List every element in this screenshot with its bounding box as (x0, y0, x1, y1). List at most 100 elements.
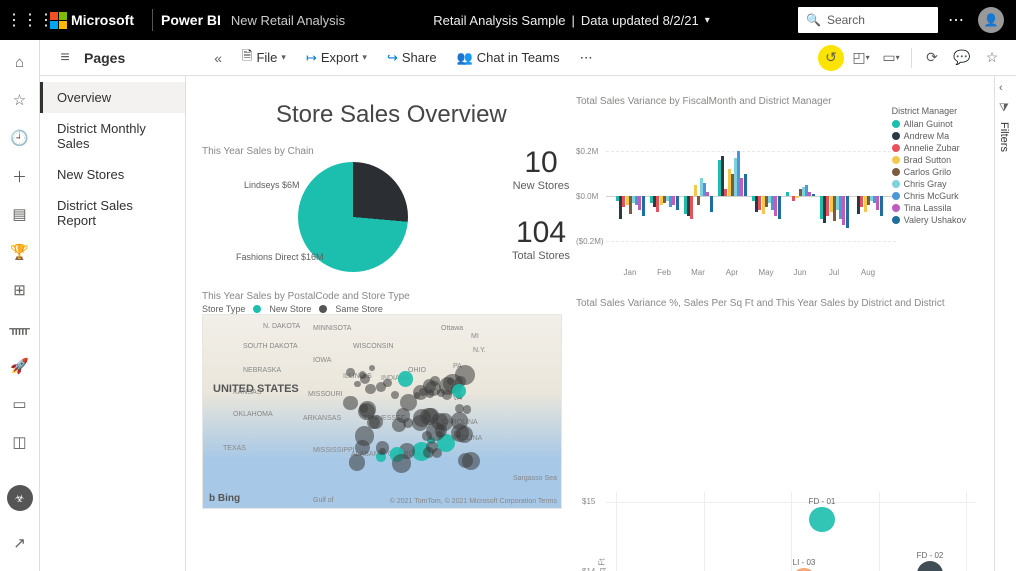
comment-button[interactable]: 💬 (948, 44, 976, 72)
refresh-button[interactable]: ⟳ (918, 44, 946, 72)
axis-tick-label: Feb (657, 268, 671, 277)
bar[interactable] (676, 196, 679, 210)
map-bubble[interactable] (349, 454, 366, 471)
district-manager-legend: District Manager Allan GuinotAndrew MaAn… (892, 106, 966, 227)
legend-item[interactable]: Chris Gray (892, 179, 966, 189)
shared-icon[interactable]: ᚅ (0, 314, 40, 342)
legend-item[interactable]: Carlos Grilo (892, 167, 966, 177)
map-bubble[interactable] (463, 405, 472, 414)
bubble[interactable] (809, 507, 834, 532)
app-launcher-icon[interactable]: ⋮⋮⋮ (6, 10, 46, 30)
export-menu[interactable]: ↦ Export ▾ (298, 46, 375, 70)
map-visual[interactable]: UNITED STATES b Bing © 2021 TomTom, © 20… (202, 314, 562, 509)
hazard-icon[interactable]: ☣ (7, 485, 33, 511)
bar-chart[interactable]: $0.2M$0.0M($0.2M)JanFebMarAprMayJunJulAu… (576, 111, 896, 281)
collapse-pages-icon[interactable]: « (214, 50, 230, 66)
favorite-icon[interactable]: ☆ (0, 86, 40, 114)
axis-tick-label: ($0.2M) (576, 237, 604, 246)
bar[interactable] (812, 194, 815, 196)
learn-icon[interactable]: 🚀 (0, 352, 40, 380)
filters-pane-collapsed[interactable]: ‹ ⧩ Filters (994, 76, 1016, 571)
page-tab-new-stores[interactable]: New Stores (40, 159, 185, 190)
bar[interactable] (880, 196, 883, 216)
file-menu[interactable]: 🗎 File ▾ (234, 43, 294, 73)
map-bubble[interactable] (365, 384, 375, 394)
page-tab-overview[interactable]: Overview (40, 82, 185, 113)
page-tab-district-sales[interactable]: District Sales Report (40, 190, 185, 236)
bar[interactable] (786, 192, 789, 197)
user-avatar[interactable]: 👤 (978, 7, 1004, 33)
legend-item[interactable]: Annelie Zubar (892, 143, 966, 153)
map-bubble[interactable] (413, 409, 431, 427)
bar[interactable] (690, 196, 693, 219)
open-external-icon[interactable]: ↗ (0, 529, 40, 557)
hamburger-icon[interactable]: ≡ (46, 49, 84, 67)
legend-item[interactable]: Brad Sutton (892, 155, 966, 165)
datasets-icon[interactable]: ▤ (0, 200, 40, 228)
map-bubble[interactable] (354, 381, 360, 387)
page-tab-district-monthly[interactable]: District Monthly Sales (40, 113, 185, 159)
bar[interactable] (796, 196, 799, 198)
breadcrumb[interactable]: Retail Analysis Sample | Data updated 8/… (345, 13, 798, 28)
goals-icon[interactable]: 🏆 (0, 238, 40, 266)
apps-icon[interactable]: ⊞ (0, 276, 40, 304)
bar[interactable] (642, 196, 645, 216)
map-bubble[interactable] (414, 392, 420, 398)
view-menu-button[interactable]: ▭▾ (877, 44, 905, 72)
map-bubble[interactable] (452, 384, 466, 398)
bar[interactable] (694, 185, 697, 196)
report-canvas[interactable]: Store Sales Overview This Year Sales by … (186, 76, 994, 571)
reset-view-button[interactable]: ↺ (817, 44, 845, 72)
recent-icon[interactable]: 🕘 (0, 124, 40, 152)
legend-item[interactable]: Tina Lassila (892, 203, 966, 213)
bar[interactable] (778, 196, 781, 219)
map-bubble[interactable] (432, 448, 442, 458)
bar[interactable] (846, 196, 849, 228)
chat-teams-button[interactable]: 👥 Chat in Teams (449, 46, 568, 70)
map-bubble[interactable] (346, 368, 354, 376)
map-bubble[interactable] (369, 365, 375, 371)
legend-item[interactable]: Allan Guinot (892, 119, 966, 129)
map-bubble[interactable] (392, 454, 410, 472)
legend-item-label: Andrew Ma (904, 131, 950, 141)
legend-item[interactable]: Andrew Ma (892, 131, 966, 141)
axis-tick-label: $0.0M (576, 192, 598, 201)
legend-dot-icon (892, 120, 900, 128)
bar[interactable] (697, 196, 700, 205)
deployment-icon[interactable]: ◫ (0, 428, 40, 456)
create-icon[interactable]: ＋ (0, 162, 40, 190)
map-bubble[interactable] (398, 371, 414, 387)
more-commands-button[interactable]: ⋯ (572, 46, 601, 70)
axis-tick-label: Aug (861, 268, 875, 277)
bar[interactable] (744, 174, 747, 197)
axis-title: Sales Per Sq Ft (598, 558, 607, 571)
home-icon[interactable]: ⌂ (0, 48, 40, 76)
bubble[interactable] (917, 561, 944, 571)
map-bubble[interactable] (391, 391, 399, 399)
legend-item[interactable]: Chris McGurk (892, 191, 966, 201)
scatter-chart[interactable]: $15$14$13-8%-6%-4%-2%0%Total Sales Varia… (576, 482, 976, 571)
pie-slice-label: Lindseys $6M (244, 180, 300, 190)
map-bubble[interactable] (442, 390, 452, 400)
map-bubble[interactable] (430, 376, 439, 385)
map-bubble[interactable] (455, 404, 464, 413)
bar[interactable] (710, 196, 713, 212)
workspaces-icon[interactable]: ▭ (0, 390, 40, 418)
map-bubble[interactable] (383, 379, 392, 388)
kpi-total-stores[interactable]: 104 Total Stores (496, 216, 586, 262)
bookmark-button[interactable]: ◰▾ (847, 44, 875, 72)
legend-item[interactable]: Valery Ushakov (892, 215, 966, 225)
report-name[interactable]: New Retail Analysis (231, 13, 345, 28)
product-name[interactable]: Power BI (161, 12, 231, 28)
map-bubble[interactable] (355, 426, 374, 445)
map-bubble[interactable] (343, 396, 357, 410)
share-button[interactable]: ↪ Share (379, 46, 445, 70)
pie-chart[interactable]: Lindseys $6M Fashions Direct $16M (298, 162, 408, 272)
favorite-report-button[interactable]: ☆ (978, 44, 1006, 72)
map-bubble[interactable] (436, 413, 454, 431)
chevron-down-icon[interactable]: ▾ (705, 15, 710, 26)
search-input[interactable]: 🔍 Search (798, 7, 938, 33)
chevron-left-icon[interactable]: ‹ (999, 82, 1003, 94)
more-options-button[interactable]: ⋯ (938, 10, 974, 30)
kpi-new-stores[interactable]: 10 New Stores (496, 146, 586, 192)
